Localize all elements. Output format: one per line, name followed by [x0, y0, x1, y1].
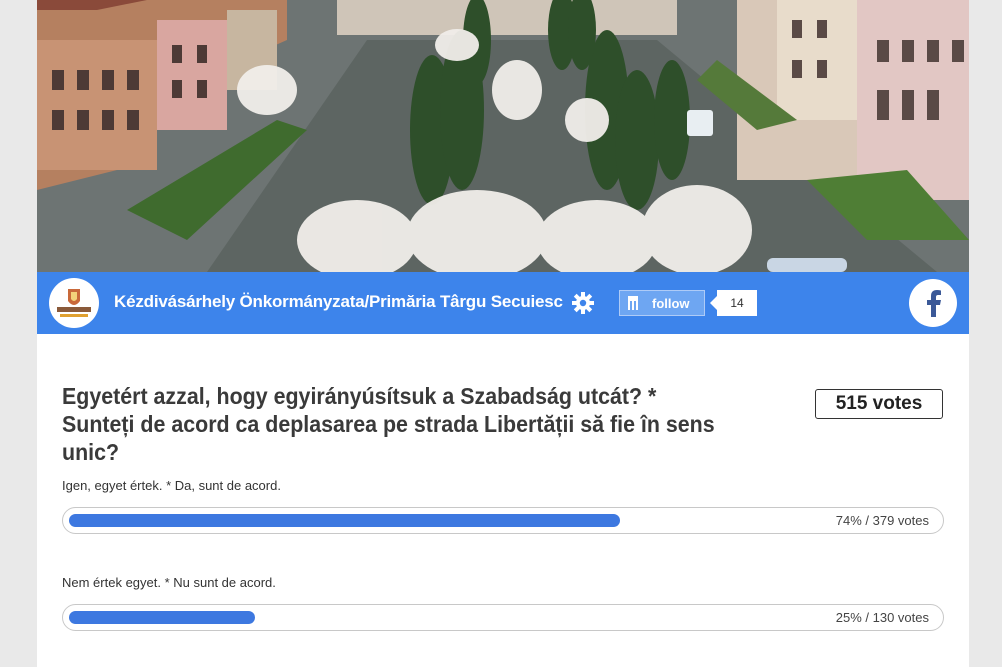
- poll-question: Egyetért azzal, hogy egyirányúsítsuk a S…: [62, 383, 715, 465]
- org-logo[interactable]: [49, 278, 99, 328]
- option-label-yes: Igen, egyet értek. * Da, sunt de acord.: [62, 478, 281, 493]
- town-square-photo: [37, 0, 969, 272]
- option-bar-no[interactable]: 25% / 130 votes: [62, 604, 944, 631]
- poll-header-bar: Kézdivásárhely Önkormányzata/Primăria Tâ…: [37, 272, 969, 334]
- option-result-yes: 74% / 379 votes: [835, 513, 929, 528]
- follow-icon: [628, 295, 642, 311]
- poll-page: Kézdivásárhely Önkormányzata/Primăria Tâ…: [37, 0, 969, 667]
- org-name[interactable]: Kézdivásárhely Önkormányzata/Primăria Tâ…: [114, 292, 563, 312]
- facebook-icon: [927, 290, 941, 317]
- gear-icon: [572, 292, 594, 314]
- option-bar-fill-yes: [69, 514, 620, 527]
- total-votes-badge: 515 votes: [815, 389, 943, 419]
- settings-button[interactable]: [571, 291, 595, 315]
- follow-label: follow: [652, 295, 690, 311]
- option-label-no: Nem értek egyet. * Nu sunt de acord.: [62, 575, 276, 590]
- follow-button[interactable]: follow: [619, 290, 705, 316]
- facebook-share-button[interactable]: [909, 279, 957, 327]
- header-photo: [37, 0, 969, 272]
- option-bar-yes[interactable]: 74% / 379 votes: [62, 507, 944, 534]
- option-result-no: 25% / 130 votes: [835, 610, 929, 625]
- coat-of-arms-icon: [57, 289, 91, 317]
- follower-count: 14: [710, 290, 757, 316]
- option-bar-fill-no: [69, 611, 255, 624]
